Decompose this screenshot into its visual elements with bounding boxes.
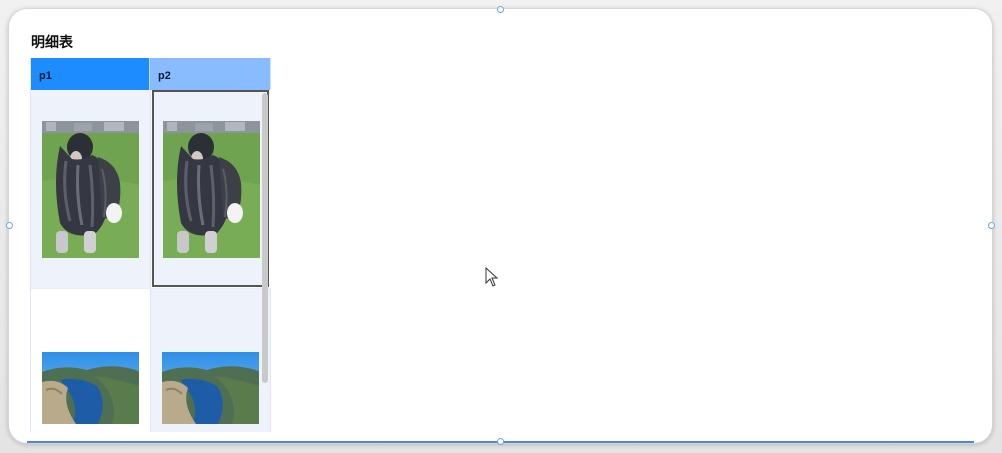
canvas: 明细表 p1 p2: [0, 0, 1002, 453]
column-header-p1[interactable]: p1: [31, 58, 150, 90]
table-header-row: p1 p2: [31, 58, 271, 90]
panel-title: 明细表: [31, 35, 73, 51]
vertical-scrollbar[interactable]: [262, 93, 268, 383]
table-cell-p2-selected[interactable]: [152, 90, 269, 287]
fjord-image: [42, 352, 139, 424]
dog-image: [42, 121, 139, 258]
detail-table-panel[interactable]: 明细表 p1 p2: [9, 9, 992, 443]
detail-table[interactable]: p1 p2: [30, 58, 271, 432]
resize-handle-left[interactable]: [6, 222, 13, 229]
resize-handle-right[interactable]: [988, 222, 995, 229]
table-cell-p2[interactable]: [151, 289, 271, 432]
fjord-image: [162, 352, 259, 424]
table-row[interactable]: [31, 289, 271, 432]
resize-handle-top[interactable]: [497, 6, 504, 13]
column-header-p2[interactable]: p2: [150, 58, 271, 90]
dog-image: [163, 121, 260, 258]
table-cell-p1[interactable]: [31, 289, 151, 432]
resize-handle-bottom[interactable]: [497, 438, 504, 445]
table-row[interactable]: [31, 90, 271, 289]
mouse-pointer-icon: [485, 266, 499, 287]
table-cell-p1[interactable]: [31, 90, 151, 288]
